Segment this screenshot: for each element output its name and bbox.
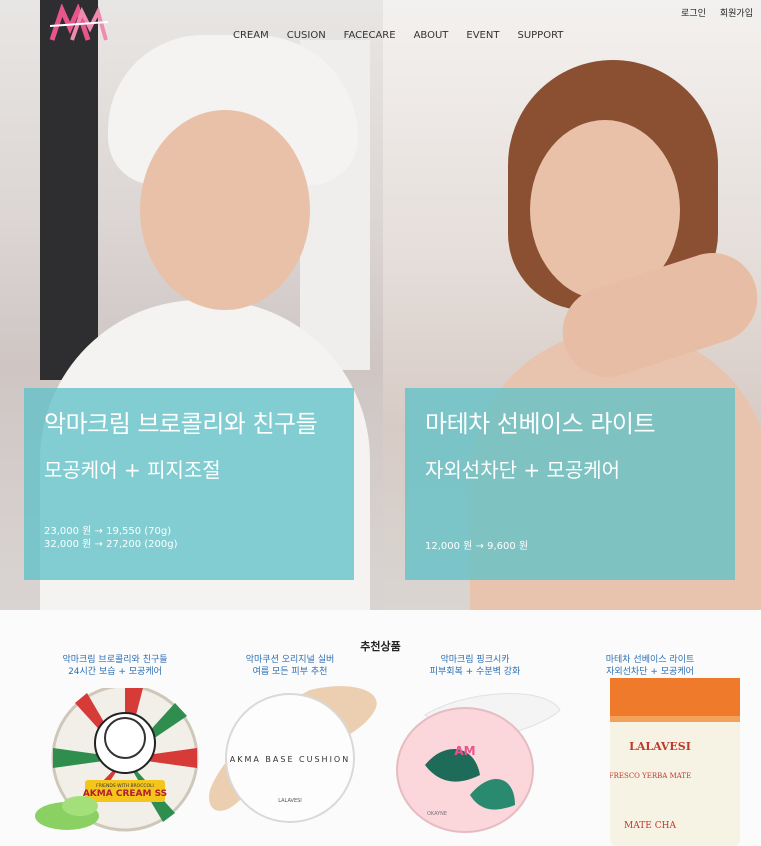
hero-card-broccoli[interactable]: 악마크림 브로콜리와 친구들 모공케어 + 피지조절 23,000 원 → 19… [24,388,354,580]
product-item[interactable]: 악마쿠션 오리지널 실버 여름 모든 피부 추천 [200,654,380,678]
product-image-cushion[interactable]: AKMA BASE CUSHION LALAVESI [200,680,385,840]
product-item[interactable]: 악마크림 브로콜리와 친구들 24시간 보습 + 모공케어 [25,654,205,678]
hero-card-subtitle: 자외선차단 + 모공케어 [425,458,621,482]
hero-card-price: 12,000 원 → 9,600 원 [425,541,529,552]
nav-support[interactable]: SUPPORT [508,30,572,41]
hero-card-price: 23,000 원 → 19,550 (70g) [44,526,172,537]
product-label: LALAVESI [629,740,691,753]
product-desc: 24시간 보습 + 모공케어 [68,667,162,677]
hero-card-title: 악마크림 브로콜리와 친구들 [44,410,318,438]
nav-cream[interactable]: CREAM [224,30,278,41]
hero-banner: 로그인 회원가입 CREAM CUSION FACECARE ABOUT EVE… [0,0,761,610]
product-name: 마테차 선베이스 라이트 [605,655,695,665]
product-desc: 여름 모든 피부 추천 [252,667,328,677]
product-name: 악마크림 핑크시카 [440,655,510,665]
product-image-broccoli-cream[interactable]: AKMA CREAM SS FRIENDS WITH BROCCOLI [25,688,205,838]
product-brand: OKAYNE [427,811,447,817]
hero-card-mate[interactable]: 마테차 선베이스 라이트 자외선차단 + 모공케어 12,000 원 → 9,6… [405,388,735,580]
utility-nav: 로그인 회원가입 [681,6,753,19]
signup-link[interactable]: 회원가입 [720,6,753,19]
recommend-section: 추천상품 악마크림 브로콜리와 친구들 24시간 보습 + 모공케어 악마쿠션 … [0,610,761,846]
product-label: AKMA CREAM SS [83,789,167,799]
nav-facecare[interactable]: FACECARE [335,30,405,41]
product-item[interactable]: 마테차 선베이스 라이트 자외선차단 + 모공케어 [560,654,740,678]
hero-card-title: 마테차 선베이스 라이트 [425,410,656,438]
nav-event[interactable]: EVENT [457,30,508,41]
login-link[interactable]: 로그인 [681,6,706,19]
product-label: AM [454,744,475,758]
product-label: AKMA BASE CUSHION [230,755,350,764]
model-face [140,110,310,310]
product-desc: 피부회복 + 수분벽 강화 [429,667,521,677]
main-nav: CREAM CUSION FACECARE ABOUT EVENT SUPPOR… [224,30,572,41]
product-desc: 자외선차단 + 모공케어 [606,667,694,677]
product-name: 악마크림 브로콜리와 친구들 [62,655,168,665]
window-frame [40,0,98,380]
brand-logo[interactable] [48,4,110,44]
product-brand: LALAVESI [278,798,302,804]
nav-about[interactable]: ABOUT [405,30,458,41]
product-tag-2: MATE CHA [624,821,676,831]
hero-card-price: 32,000 원 → 27,200 (200g) [44,539,178,550]
product-tag: FRESCO YERBA MATE [610,772,691,780]
product-name: 악마쿠션 오리지널 실버 [245,655,335,665]
product-item[interactable]: 악마크림 핑크시카 피부회복 + 수분벽 강화 [385,654,565,678]
product-tag: FRIENDS WITH BROCCOLI [96,783,154,789]
nav-cusion[interactable]: CUSION [278,30,335,41]
product-image-pinkcica[interactable]: AM OKAYNE [385,685,565,840]
product-image-mate-sunbase[interactable]: LALAVESI FRESCO YERBA MATE MATE CHA [610,678,745,846]
hero-card-subtitle: 모공케어 + 피지조절 [44,458,221,482]
recommend-title: 추천상품 [360,640,401,653]
